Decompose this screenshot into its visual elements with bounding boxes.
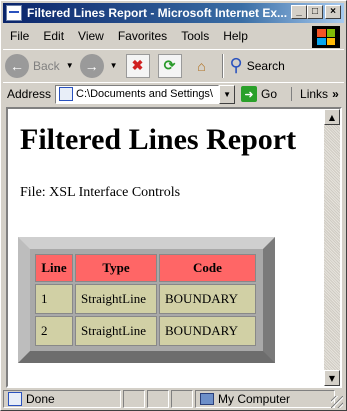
address-dropdown-button[interactable]: ▼ bbox=[219, 84, 236, 104]
page-icon bbox=[59, 87, 74, 101]
column-header-code: Code bbox=[159, 254, 256, 282]
cell-line: 2 bbox=[35, 316, 73, 346]
address-value: C:\Documents and Settings\ bbox=[76, 88, 213, 100]
vertical-scrollbar[interactable]: ▲ ▼ bbox=[324, 109, 340, 386]
report-table: Line Type Code 1 StraightLine BOUNDARY 2 bbox=[33, 252, 258, 348]
close-button[interactable]: × bbox=[325, 5, 341, 19]
stop-icon[interactable]: ✖ bbox=[125, 53, 150, 78]
go-arrow-icon: ➜ bbox=[241, 86, 258, 102]
menu-edit[interactable]: Edit bbox=[36, 29, 71, 43]
home-icon[interactable]: ⌂ bbox=[190, 54, 214, 78]
file-caption: File: XSL Interface Controls bbox=[20, 185, 181, 200]
links-chevron-icon[interactable]: » bbox=[332, 87, 339, 101]
standard-toolbar: ← Back ▼ → ▼ ✖ ⟳ ⌂ ⚲ Search bbox=[3, 49, 344, 81]
status-text: Done bbox=[26, 392, 55, 406]
status-panel-privacy bbox=[171, 390, 193, 408]
column-header-type: Type bbox=[75, 254, 157, 282]
address-input[interactable]: C:\Documents and Settings\ bbox=[55, 84, 220, 104]
cell-type: StraightLine bbox=[75, 284, 157, 314]
menu-favorites[interactable]: Favorites bbox=[111, 29, 174, 43]
status-panel-progress bbox=[123, 390, 145, 408]
window-title: Filtered Lines Report - Microsoft Intern… bbox=[27, 6, 288, 20]
zone-text: My Computer bbox=[218, 392, 291, 406]
menu-help[interactable]: Help bbox=[216, 29, 255, 43]
cell-line: 1 bbox=[35, 284, 73, 314]
cell-code: BOUNDARY bbox=[159, 316, 256, 346]
links-button[interactable]: Links bbox=[291, 87, 328, 101]
table-row: 1 StraightLine BOUNDARY bbox=[35, 284, 256, 314]
report-table-frame: Line Type Code 1 StraightLine BOUNDARY 2 bbox=[18, 237, 275, 363]
toolbar-separator bbox=[221, 53, 224, 78]
status-panel-lock bbox=[147, 390, 169, 408]
status-bar: Done My Computer bbox=[3, 389, 344, 409]
address-bar: Address C:\Documents and Settings\ ▼ ➜ G… bbox=[3, 82, 344, 105]
back-label: Back bbox=[33, 58, 60, 73]
forward-arrow-icon: → bbox=[79, 53, 104, 78]
table-header-row: Line Type Code bbox=[35, 254, 256, 282]
maximize-button[interactable]: □ bbox=[307, 5, 323, 19]
table-row: 2 StraightLine BOUNDARY bbox=[35, 316, 256, 346]
cell-type: StraightLine bbox=[75, 316, 157, 346]
ie-page-icon bbox=[6, 5, 22, 21]
search-button[interactable]: ⚲ Search bbox=[228, 52, 287, 80]
browser-window: Filtered Lines Report - Microsoft Intern… bbox=[0, 0, 347, 411]
back-arrow-icon: ← bbox=[5, 53, 29, 78]
back-dropdown-icon[interactable]: ▼ bbox=[66, 61, 74, 70]
back-button[interactable]: ← Back bbox=[3, 52, 62, 80]
go-label: Go bbox=[261, 87, 278, 101]
status-text-panel: Done bbox=[3, 390, 121, 408]
menu-file[interactable]: File bbox=[3, 29, 36, 43]
title-bar[interactable]: Filtered Lines Report - Microsoft Intern… bbox=[3, 3, 344, 23]
search-label: Search bbox=[246, 58, 285, 73]
forward-dropdown-icon[interactable]: ▼ bbox=[110, 61, 118, 70]
address-label: Address bbox=[7, 87, 52, 101]
page-content: Filtered Lines Report File: XSL Interfac… bbox=[8, 109, 326, 386]
menu-tools[interactable]: Tools bbox=[174, 29, 216, 43]
ie-status-icon bbox=[8, 392, 22, 406]
column-header-line: Line bbox=[35, 254, 73, 282]
go-button[interactable]: ➜ Go bbox=[241, 86, 277, 102]
cell-code: BOUNDARY bbox=[159, 284, 256, 314]
refresh-icon[interactable]: ⟳ bbox=[157, 53, 182, 78]
windows-logo-icon bbox=[312, 26, 340, 48]
menu-view[interactable]: View bbox=[71, 29, 111, 43]
forward-button[interactable]: → bbox=[78, 52, 106, 80]
menu-bar: File Edit View Favorites Tools Help bbox=[3, 25, 344, 48]
scroll-up-button[interactable]: ▲ bbox=[324, 109, 340, 125]
security-zone-panel: My Computer bbox=[195, 390, 335, 408]
scroll-down-button[interactable]: ▼ bbox=[324, 370, 340, 386]
minimize-button[interactable]: _ bbox=[291, 5, 307, 19]
page-title: Filtered Lines Report bbox=[20, 123, 297, 156]
search-icon: ⚲ bbox=[229, 55, 243, 75]
resize-grip[interactable] bbox=[331, 396, 343, 408]
page-viewport: Filtered Lines Report File: XSL Interfac… bbox=[6, 107, 342, 388]
computer-icon bbox=[200, 393, 214, 405]
